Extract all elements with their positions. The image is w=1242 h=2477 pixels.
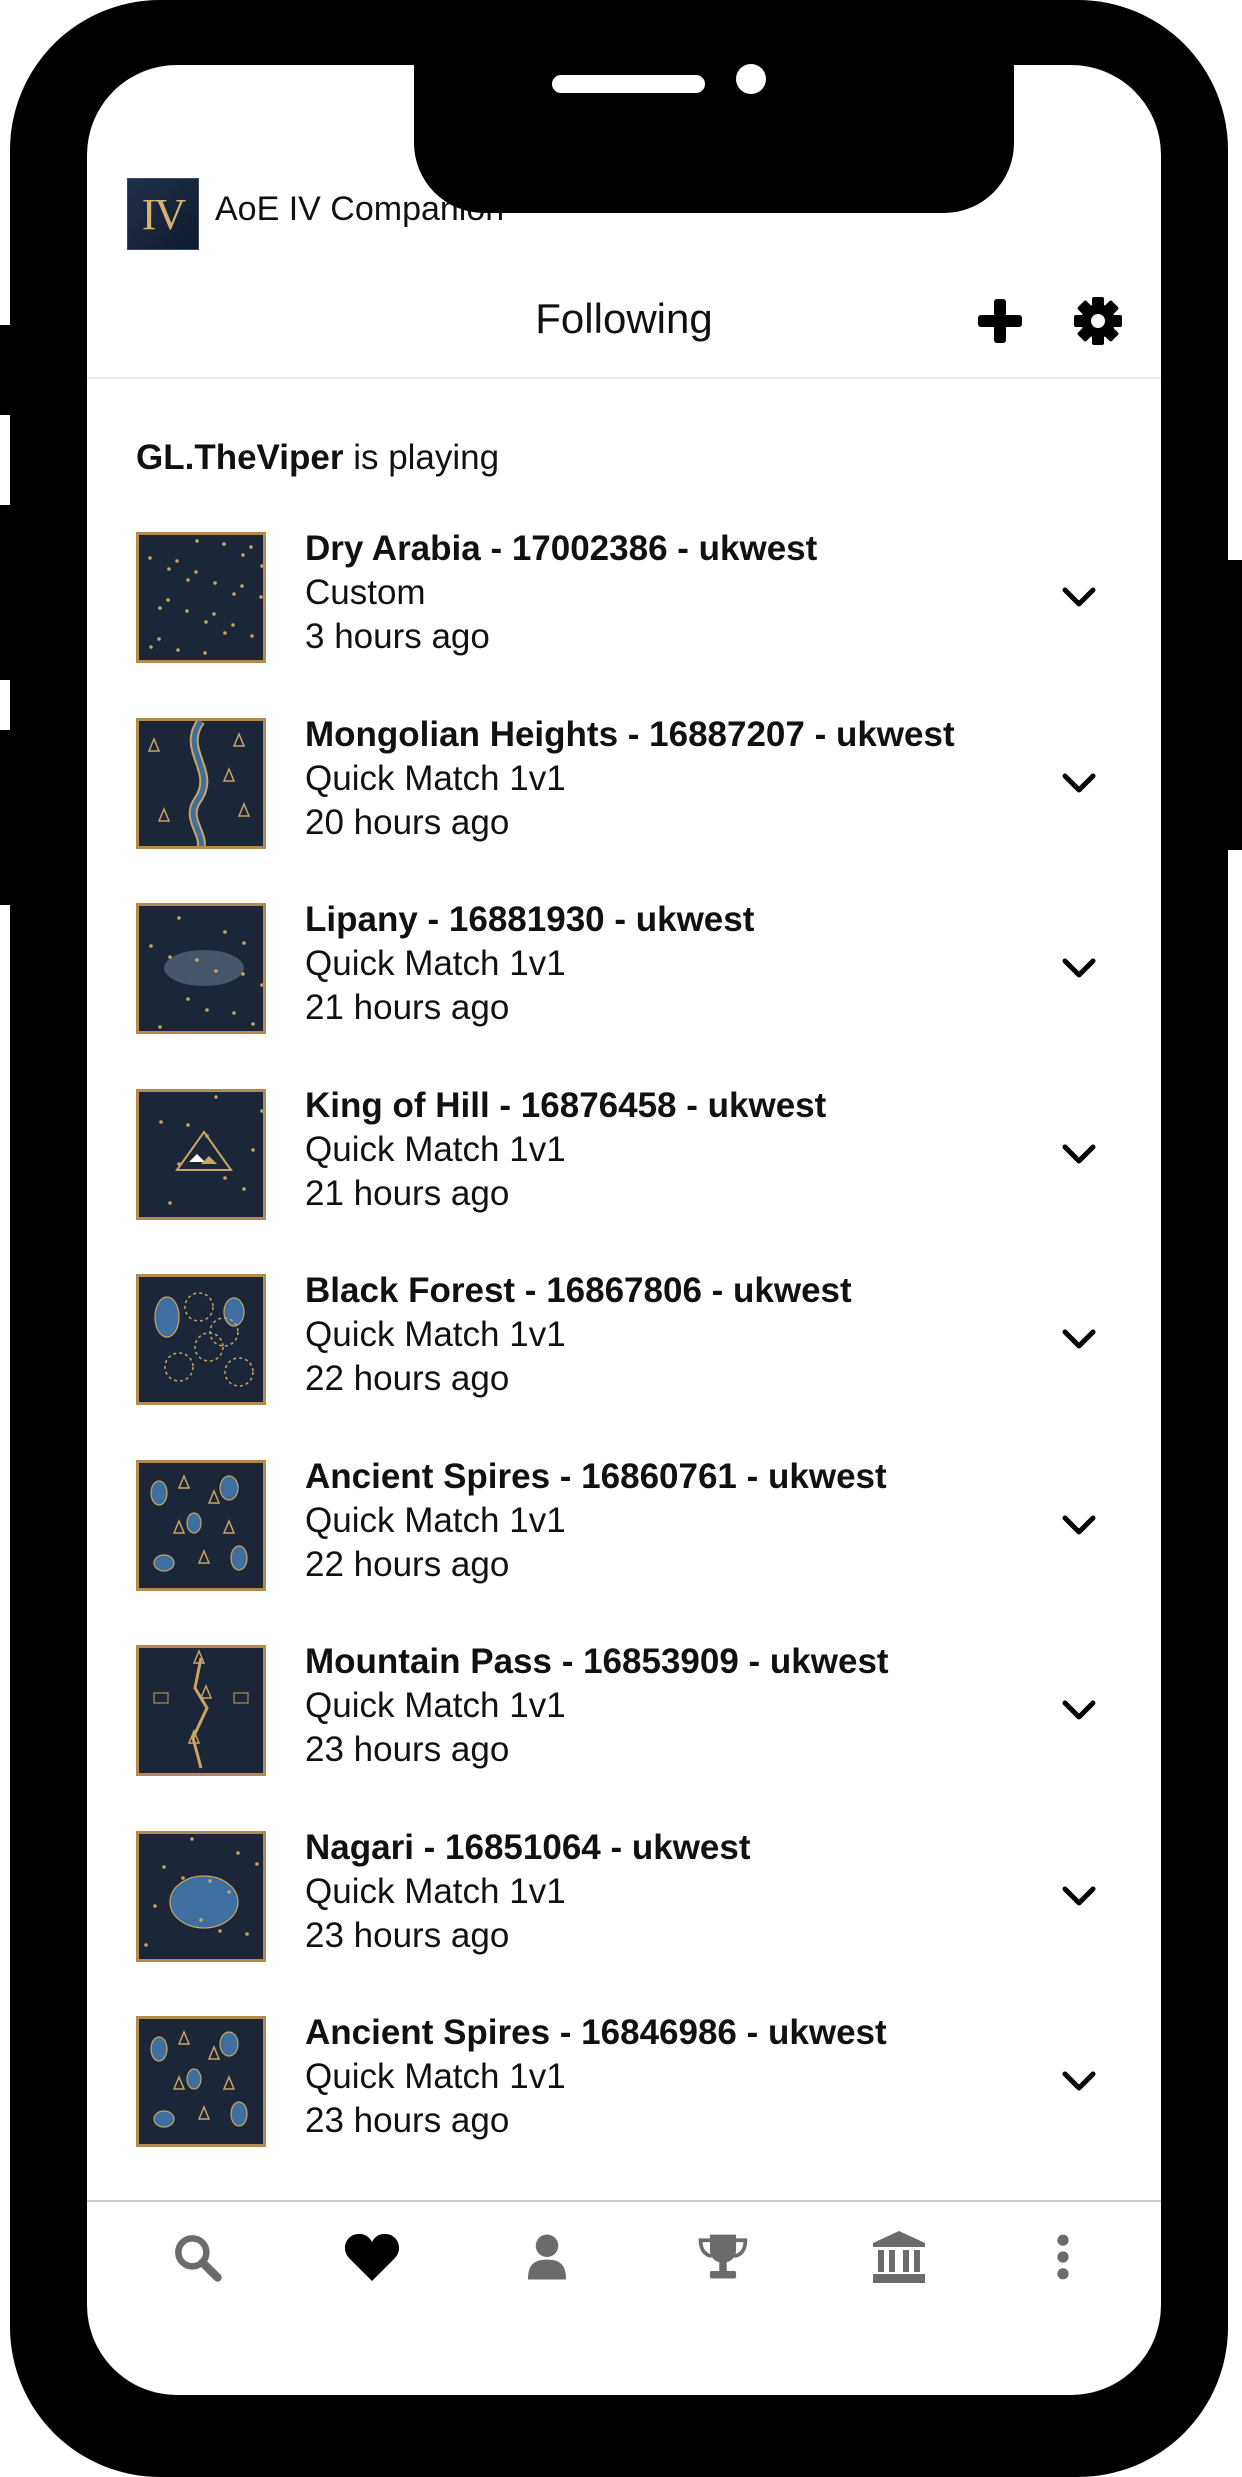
match-title: Ancient Spires - 16860761 - ukwest (305, 1456, 887, 1496)
map-thumbnail (136, 1088, 266, 1220)
match-mode: Quick Match 1v1 (305, 944, 566, 983)
chevron-down-icon (1062, 1329, 1096, 1349)
building-icon (873, 2231, 925, 2283)
app-logo: IV (127, 178, 199, 250)
match-title: King of Hill - 16876458 - ukwest (305, 1085, 827, 1125)
map-thumbnail (136, 903, 266, 1034)
gear-icon (1074, 297, 1122, 345)
match-time: 23 hours ago (305, 2101, 510, 2140)
match-title: Dry Arabia - 17002386 - ukwest (305, 529, 818, 568)
match-title: Ancient Spires - 16846986 - ukwest (305, 2013, 887, 2052)
match-time: 3 hours ago (305, 617, 490, 656)
chevron-down-icon (1062, 1144, 1096, 1163)
more-vertical-icon (1057, 2234, 1069, 2280)
expand-button[interactable] (1057, 1874, 1101, 1918)
match-row[interactable]: Ancient Spires - 16846986 - ukwest Quick… (87, 2013, 1161, 2202)
chevron-down-icon (1062, 2071, 1096, 2091)
match-row[interactable]: Mongolian Heights - 16887207 - ukwest Qu… (87, 714, 1161, 904)
match-mode: Quick Match 1v1 (305, 1129, 566, 1169)
match-row[interactable]: Ancient Spires - 16860761 - ukwest Quick… (87, 1456, 1161, 1646)
match-title: Mountain Pass - 16853909 - ukwest (305, 1642, 889, 1681)
match-time: 22 hours ago (305, 1544, 510, 1584)
bottom-nav (87, 2202, 1161, 2322)
chevron-down-icon (1062, 1515, 1096, 1534)
expand-button[interactable] (1057, 1503, 1101, 1547)
expand-button[interactable] (1057, 575, 1101, 619)
map-thumbnail (136, 1645, 266, 1776)
expand-button[interactable] (1057, 1317, 1101, 1361)
match-mode: Quick Match 1v1 (305, 1686, 566, 1725)
now-playing-label: GL.TheViper is playing (136, 438, 500, 477)
nav-civilizations[interactable] (869, 2227, 929, 2287)
match-row[interactable]: King of Hill - 16876458 - ukwest Quick M… (87, 1085, 1161, 1275)
map-thumbnail (136, 1459, 266, 1591)
expand-button[interactable] (1057, 761, 1101, 805)
match-title: Lipany - 16881930 - ukwest (305, 900, 755, 939)
search-icon (175, 2235, 222, 2282)
trophy-icon (698, 2234, 748, 2279)
match-time: 20 hours ago (305, 802, 510, 842)
match-time: 21 hours ago (305, 1173, 510, 1213)
power-button (1228, 560, 1242, 850)
match-mode: Quick Match 1v1 (305, 2057, 566, 2096)
chevron-down-icon (1062, 773, 1096, 792)
match-row[interactable]: Mountain Pass - 16853909 - ukwest Quick … (87, 1642, 1161, 1831)
match-title: Nagari - 16851064 - ukwest (305, 1827, 751, 1867)
match-row[interactable]: Lipany - 16881930 - ukwest Quick Match 1… (87, 900, 1161, 1089)
heart-icon (344, 2233, 400, 2281)
chevron-down-icon (1062, 958, 1096, 978)
chevron-down-icon (1062, 1700, 1096, 1720)
expand-button[interactable] (1057, 1688, 1101, 1732)
chevron-down-icon (1062, 587, 1096, 607)
map-thumbnail (136, 2016, 266, 2147)
match-title: Mongolian Heights - 16887207 - ukwest (305, 714, 955, 754)
match-time: 23 hours ago (305, 1730, 510, 1769)
nav-profile[interactable] (517, 2227, 577, 2287)
map-thumbnail (136, 717, 266, 849)
expand-button[interactable] (1057, 2059, 1101, 2103)
match-mode: Quick Match 1v1 (305, 758, 566, 798)
match-mode: Quick Match 1v1 (305, 1315, 566, 1354)
add-button[interactable] (972, 293, 1028, 349)
plus-icon (978, 299, 1022, 343)
nav-more[interactable] (1033, 2227, 1093, 2287)
match-mode: Custom (305, 573, 426, 612)
match-time: 23 hours ago (305, 1915, 510, 1955)
match-row[interactable]: Nagari - 16851064 - ukwest Quick Match 1… (87, 1827, 1161, 2017)
match-row[interactable]: Black Forest - 16867806 - ukwest Quick M… (87, 1271, 1161, 1460)
map-thumbnail (136, 1830, 266, 1962)
nav-leaderboard[interactable] (693, 2227, 753, 2287)
volume-down-button (0, 730, 12, 905)
match-time: 22 hours ago (305, 1359, 510, 1398)
match-mode: Quick Match 1v1 (305, 1871, 566, 1911)
expand-button[interactable] (1057, 1132, 1101, 1176)
nav-following[interactable] (342, 2227, 402, 2287)
match-row[interactable]: Dry Arabia - 17002386 - ukwest Custom 3 … (87, 529, 1161, 718)
chevron-down-icon (1062, 1886, 1096, 1905)
screen: IV AoE IV Companion Following GL.TheVipe… (87, 65, 1161, 2395)
front-camera (736, 64, 766, 94)
map-thumbnail (136, 1274, 266, 1405)
header-divider (87, 377, 1161, 379)
nav-search[interactable] (167, 2227, 227, 2287)
mute-switch (0, 325, 12, 415)
volume-up-button (0, 505, 12, 680)
player-name[interactable]: GL.TheViper (136, 438, 343, 477)
match-mode: Quick Match 1v1 (305, 1500, 566, 1540)
map-thumbnail (136, 532, 266, 663)
match-title: Black Forest - 16867806 - ukwest (305, 1271, 852, 1310)
expand-button[interactable] (1057, 946, 1101, 990)
speaker (552, 75, 705, 93)
user-icon (527, 2234, 567, 2280)
notch (414, 65, 1014, 213)
settings-button[interactable] (1070, 293, 1126, 349)
match-list: Dry Arabia - 17002386 - ukwest Custom 3 … (87, 529, 1161, 2202)
match-time: 21 hours ago (305, 988, 510, 1027)
